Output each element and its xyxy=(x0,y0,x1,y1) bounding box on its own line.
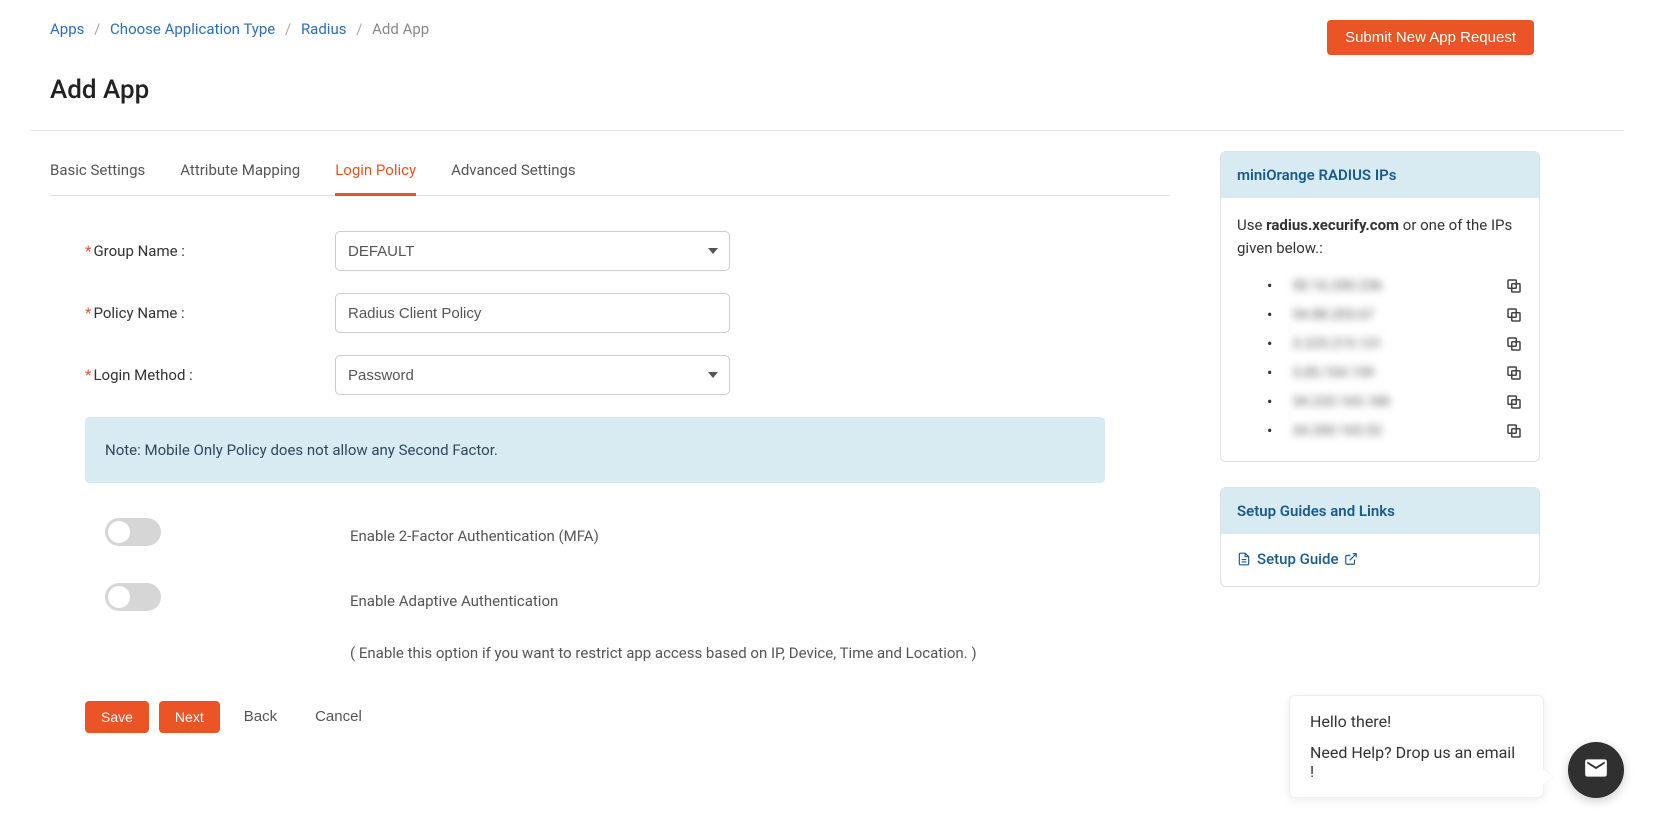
tabs: Basic Settings Attribute Mapping Login P… xyxy=(50,151,1170,196)
copy-icon[interactable] xyxy=(1505,393,1523,411)
setup-guides-panel-title: Setup Guides and Links xyxy=(1221,488,1539,534)
breadcrumb-sep: / xyxy=(285,20,291,38)
breadcrumb-current: Add App xyxy=(372,20,429,38)
adaptive-auth-toggle-label: Enable Adaptive Authentication xyxy=(350,589,977,613)
ip-list-item: 3.225.215.131 xyxy=(1267,329,1523,358)
setup-guides-panel: Setup Guides and Links Setup Guide xyxy=(1220,487,1540,587)
copy-icon[interactable] xyxy=(1505,306,1523,324)
copy-icon[interactable] xyxy=(1505,277,1523,295)
adaptive-auth-toggle[interactable] xyxy=(105,583,161,611)
copy-icon[interactable] xyxy=(1505,335,1523,353)
breadcrumb: Apps / Choose Application Type / Radius … xyxy=(30,20,429,38)
mfa-toggle-label: Enable 2-Factor Authentication (MFA) xyxy=(350,518,599,548)
ip-address: 34.200.165.52 xyxy=(1292,423,1497,439)
ip-list-item: 50.16.200.236 xyxy=(1267,271,1523,300)
ip-address: 3.85.104.159 xyxy=(1292,365,1497,381)
document-icon xyxy=(1237,552,1251,566)
save-button[interactable]: Save xyxy=(85,701,149,733)
copy-icon[interactable] xyxy=(1505,422,1523,440)
breadcrumb-apps[interactable]: Apps xyxy=(50,20,84,38)
external-link-icon xyxy=(1344,552,1358,566)
breadcrumb-sep: / xyxy=(94,20,100,38)
ip-list-item: 34.233.165.180 xyxy=(1267,387,1523,416)
ip-list-item: 34.200.165.52 xyxy=(1267,416,1523,445)
chat-fab-button[interactable] xyxy=(1568,742,1624,798)
ip-list-item: 54.88.203.67 xyxy=(1267,300,1523,329)
breadcrumb-choose-app-type[interactable]: Choose Application Type xyxy=(110,20,275,38)
policy-name-label: *Policy Name : xyxy=(85,304,335,322)
adaptive-auth-help-text: ( Enable this option if you want to rest… xyxy=(350,641,977,665)
page-title: Add App xyxy=(50,75,1624,105)
ip-address: 54.88.203.67 xyxy=(1292,307,1497,323)
tab-advanced-settings[interactable]: Advanced Settings xyxy=(451,151,576,195)
copy-icon[interactable] xyxy=(1505,364,1523,382)
chat-line1: Hello there! xyxy=(1310,712,1523,731)
divider xyxy=(30,130,1624,131)
back-button[interactable]: Back xyxy=(230,700,291,733)
radius-ips-intro: Use radius.xecurify.com or one of the IP… xyxy=(1237,214,1523,259)
setup-guide-link[interactable]: Setup Guide xyxy=(1237,550,1358,568)
ip-address: 34.233.165.180 xyxy=(1292,394,1497,410)
group-name-select[interactable]: DEFAULT xyxy=(335,231,730,271)
tab-login-policy[interactable]: Login Policy xyxy=(335,151,416,196)
group-name-label: *Group Name : xyxy=(85,242,335,260)
breadcrumb-radius[interactable]: Radius xyxy=(301,20,347,38)
login-method-label: *Login Method : xyxy=(85,366,335,384)
login-method-select[interactable]: Password xyxy=(335,355,730,395)
radius-ips-panel-title: miniOrange RADIUS IPs xyxy=(1221,152,1539,198)
mfa-toggle[interactable] xyxy=(105,518,161,546)
radius-ips-panel: miniOrange RADIUS IPs Use radius.xecurif… xyxy=(1220,151,1540,462)
mail-icon xyxy=(1583,755,1609,785)
next-button[interactable]: Next xyxy=(159,701,220,733)
submit-new-app-request-button[interactable]: Submit New App Request xyxy=(1327,20,1534,55)
ip-list-item: 3.85.104.159 xyxy=(1267,358,1523,387)
ip-address: 50.16.200.236 xyxy=(1292,278,1497,294)
policy-name-input[interactable] xyxy=(335,293,730,333)
breadcrumb-sep: / xyxy=(356,20,362,38)
tab-basic-settings[interactable]: Basic Settings xyxy=(50,151,145,195)
ip-address: 3.225.215.131 xyxy=(1292,336,1497,352)
chat-help-bubble: Hello there! Need Help? Drop us an email… xyxy=(1289,695,1544,798)
note-box: Note: Mobile Only Policy does not allow … xyxy=(85,417,1105,483)
tab-attribute-mapping[interactable]: Attribute Mapping xyxy=(180,151,300,195)
cancel-button[interactable]: Cancel xyxy=(301,700,376,733)
chat-line2: Need Help? Drop us an email ! xyxy=(1310,743,1523,781)
